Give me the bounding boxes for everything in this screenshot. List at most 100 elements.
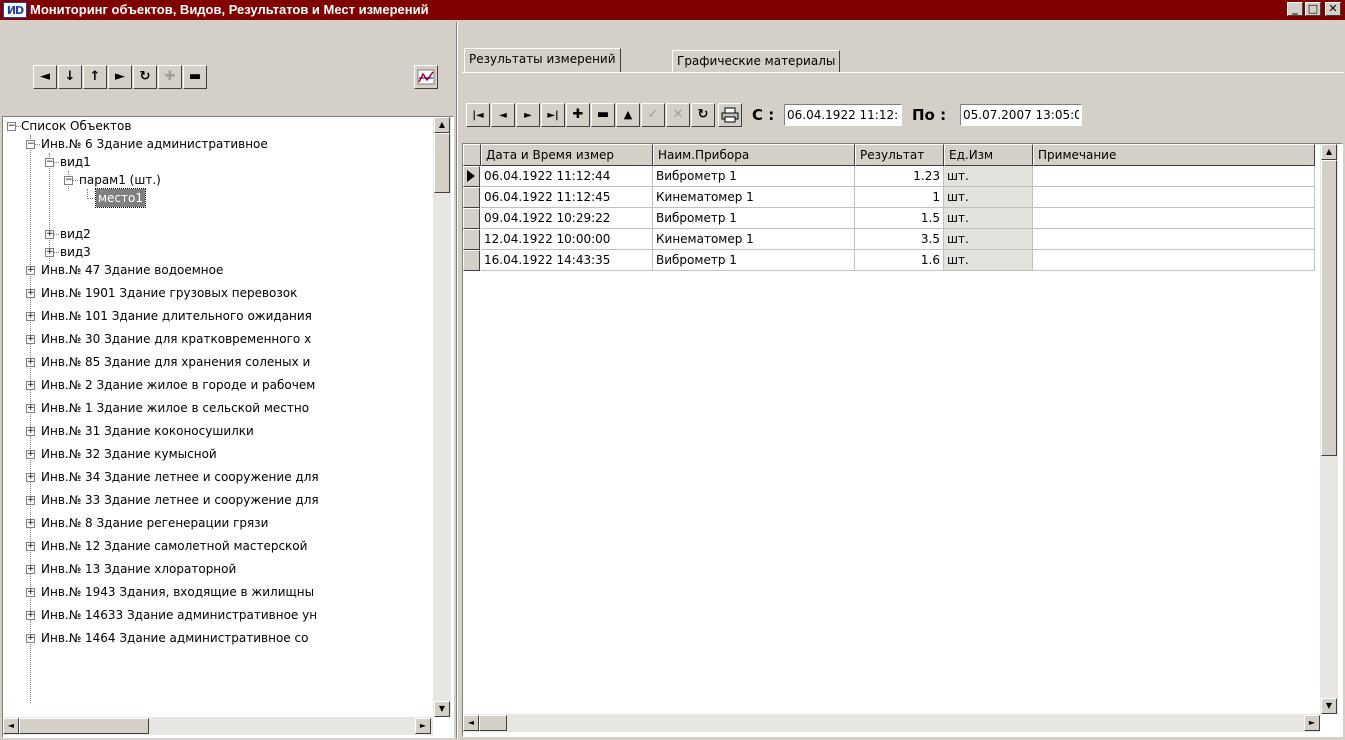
scroll-right-arrow-icon[interactable]: ► [1304,715,1320,731]
cell-unit[interactable]: шт. [944,166,1033,187]
cell-note[interactable] [1033,166,1315,187]
print-button[interactable] [718,103,742,127]
tree-item[interactable]: Инв.№ 12 Здание самолетной мастерской [41,537,307,555]
column-header-result[interactable]: Результат [855,144,944,166]
expand-toggle-icon[interactable]: + [26,588,35,597]
cell-note[interactable] [1033,208,1315,229]
column-header-note[interactable]: Примечание [1033,144,1315,166]
tree-item[interactable]: Инв.№ 101 Здание длительного ожидания [41,307,312,325]
next-record-button[interactable]: ► [516,103,540,127]
scroll-left-arrow-icon[interactable]: ◄ [463,715,479,731]
tree-item[interactable]: Инв.№ 47 Здание водоемное [41,261,223,279]
cell-result[interactable]: 1.6 [855,250,944,271]
cell-note[interactable] [1033,229,1315,250]
cell-datetime[interactable]: 16.04.1922 14:43:35 [481,250,653,271]
expand-toggle-icon[interactable]: + [26,565,35,574]
edit-record-button[interactable]: ▲ [616,103,640,127]
expand-toggle-icon[interactable]: + [45,230,54,239]
cell-result[interactable]: 1.5 [855,208,944,229]
collapse-toggle-icon[interactable]: − [26,140,35,149]
cell-unit[interactable]: шт. [944,250,1033,271]
move-down-button[interactable]: ↓ [58,65,82,89]
tab-measurement-results[interactable]: Результаты измерений [464,48,621,72]
tree-item[interactable]: Инв.№ 32 Здание кумысной [41,445,217,463]
tree-item[interactable]: Инв.№ 1 Здание жилое в сельской местно [41,399,309,417]
cell-note[interactable] [1033,250,1315,271]
cell-device[interactable]: Виброметр 1 [653,208,855,229]
tab-graphic-materials[interactable]: Графические материалы [672,50,841,72]
tree-item[interactable]: Инв.№ 13 Здание хлораторной [41,560,236,578]
tree-item[interactable]: парам1 (шт.) [79,171,161,189]
close-button[interactable]: ✕ [1325,2,1341,16]
tree-item-selected[interactable]: место1 [95,188,146,208]
expand-toggle-icon[interactable]: + [26,381,35,390]
tree-item[interactable]: Инв.№ 2 Здание жилое в городе и рабочем [41,376,315,394]
cell-note[interactable] [1033,187,1315,208]
tree-horizontal-scrollbar[interactable]: ◄ ► [3,717,433,735]
grid-vertical-scrollbar[interactable]: ▲ ▼ [1320,144,1338,714]
expand-toggle-icon[interactable]: + [45,248,54,257]
add-node-button[interactable]: ✚ [158,65,182,89]
collapse-toggle-icon[interactable]: − [64,176,73,185]
tree-item[interactable]: Инв.№ 8 Здание регенерации грязи [41,514,268,532]
tree-vertical-scrollbar[interactable]: ▲ ▼ [433,117,451,717]
cell-device[interactable]: Виброметр 1 [653,250,855,271]
chart-button[interactable] [414,65,438,89]
cancel-record-button[interactable]: ✕ [666,103,690,127]
cell-device[interactable]: Кинематомер 1 [653,229,855,250]
cell-datetime[interactable]: 06.04.1922 11:12:44 [481,166,653,187]
scroll-up-arrow-icon[interactable]: ▲ [1321,144,1337,160]
scroll-down-arrow-icon[interactable]: ▼ [1321,698,1337,714]
scroll-down-arrow-icon[interactable]: ▼ [434,701,450,717]
cell-device[interactable]: Кинематомер 1 [653,187,855,208]
tree-item[interactable]: Инв.№ 1464 Здание административное со [41,629,308,647]
tree-item[interactable]: Инв.№ 85 Здание для хранения соленых и [41,353,310,371]
scroll-up-arrow-icon[interactable]: ▲ [434,117,450,133]
object-tree[interactable]: − Список Объектов − Инв.№ 6 Здание админ… [2,116,454,738]
tree-hscroll-thumb[interactable] [19,718,149,734]
expand-toggle-icon[interactable]: + [26,312,35,321]
tree-item[interactable]: Инв.№ 33 Здание летнее и сооружение для [41,491,319,509]
tree-root[interactable]: Список Объектов [21,117,131,135]
cell-unit[interactable]: шт. [944,187,1033,208]
grid-scroll-thumb[interactable] [1321,160,1337,456]
tree-item[interactable]: Инв.№ 1901 Здание грузовых перевозок [41,284,297,302]
minimize-button[interactable]: _ [1287,2,1303,16]
expand-toggle-icon[interactable]: + [26,473,35,482]
tree-item[interactable]: Инв.№ 14633 Здание административное ун [41,606,317,624]
cell-result[interactable]: 3.5 [855,229,944,250]
insert-record-button[interactable]: ✚ [566,103,590,127]
post-record-button[interactable]: ✓ [641,103,665,127]
remove-node-button[interactable]: ▬ [183,65,207,89]
expand-toggle-icon[interactable]: + [26,634,35,643]
expand-toggle-icon[interactable]: + [26,335,35,344]
collapse-toggle-icon[interactable]: − [7,122,16,131]
delete-record-button[interactable]: ▬ [591,103,615,127]
column-header-device[interactable]: Наим.Прибора [653,144,855,166]
expand-toggle-icon[interactable]: + [26,358,35,367]
cell-result[interactable]: 1 [855,187,944,208]
scroll-left-arrow-icon[interactable]: ◄ [3,718,19,734]
results-grid[interactable]: Дата и Время измер Наим.Прибора Результа… [462,143,1343,737]
cell-datetime[interactable]: 06.04.1922 11:12:45 [481,187,653,208]
expand-toggle-icon[interactable]: + [26,289,35,298]
refresh-tree-button[interactable]: ↻ [133,65,157,89]
column-header-datetime[interactable]: Дата и Время измер [481,144,653,166]
cell-device[interactable]: Виброметр 1 [653,166,855,187]
date-from-input[interactable] [784,104,902,126]
refresh-data-button[interactable]: ↻ [691,103,715,127]
tree-item[interactable]: вид2 [60,225,91,243]
tree-item[interactable]: Инв.№ 31 Здание коконосушилки [41,422,254,440]
expand-toggle-icon[interactable]: + [26,404,35,413]
expand-toggle-icon[interactable]: + [26,542,35,551]
move-left-button[interactable]: ◄ [33,65,57,89]
cell-unit[interactable]: шт. [944,208,1033,229]
first-record-button[interactable]: |◄ [466,103,490,127]
collapse-toggle-icon[interactable]: − [45,158,54,167]
grid-hscroll-thumb[interactable] [479,715,507,731]
move-up-button[interactable]: ↑ [83,65,107,89]
column-header-unit[interactable]: Ед.Изм [944,144,1033,166]
tree-item[interactable]: Инв.№ 34 Здание летнее и сооружение для [41,468,319,486]
cell-datetime[interactable]: 09.04.1922 10:29:22 [481,208,653,229]
panel-splitter[interactable] [456,22,458,738]
